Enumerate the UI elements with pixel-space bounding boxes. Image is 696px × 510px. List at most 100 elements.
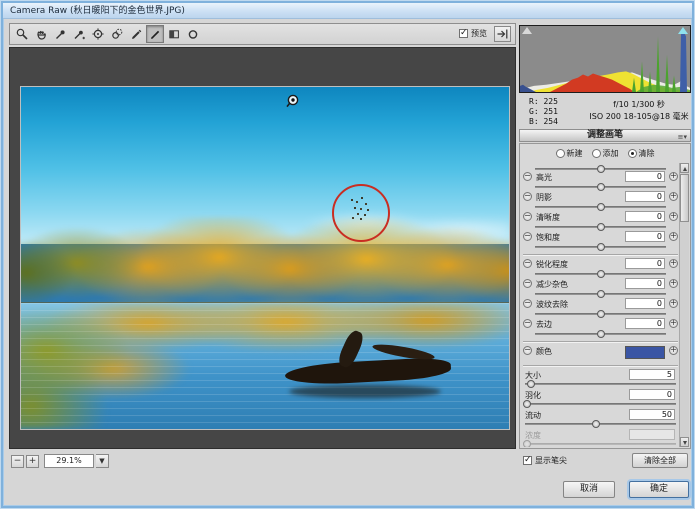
increment-button[interactable]: + (669, 172, 678, 181)
shadow-clipping-warning-icon[interactable] (522, 27, 532, 34)
radio-icon[interactable] (555, 149, 565, 158)
ok-button[interactable]: 确定 (629, 481, 689, 498)
slider-thumb[interactable] (596, 330, 605, 338)
slider-value-input[interactable]: 0 (625, 211, 665, 222)
slider-thumb[interactable] (591, 420, 600, 428)
toolbar: 预览 (9, 23, 516, 45)
slider-track[interactable] (535, 310, 666, 318)
slider-thumb[interactable] (596, 183, 605, 191)
scroll-thumb[interactable] (680, 174, 689, 222)
slider-track[interactable] (535, 290, 666, 298)
highlight-clipping-warning-icon[interactable] (678, 27, 688, 34)
color-swatch[interactable] (625, 346, 665, 359)
slider-value-input[interactable]: 0 (625, 318, 665, 329)
preview-checkbox[interactable] (459, 28, 468, 38)
white-balance-tool[interactable] (51, 25, 69, 43)
slider-thumb[interactable] (596, 203, 605, 211)
slider-value-input[interactable]: 0 (629, 389, 675, 400)
slider-track-partial[interactable] (535, 164, 666, 173)
decrement-button[interactable]: − (523, 212, 532, 221)
slider-thumb[interactable] (596, 310, 605, 318)
slider-thumb[interactable] (596, 270, 605, 278)
brush-mode-1[interactable]: 新建 (555, 148, 583, 159)
preview-toggle[interactable]: 预览 (459, 28, 487, 39)
brush-mode-2[interactable]: 添加 (591, 148, 619, 159)
adjustment-brush-tool[interactable] (146, 25, 164, 43)
show-pins-checkbox[interactable] (523, 455, 532, 465)
clear-all-button[interactable]: 清除全部 (632, 453, 688, 468)
slider-track[interactable] (523, 400, 676, 408)
slider-track[interactable] (535, 203, 666, 211)
decrement-button[interactable]: − (523, 232, 532, 241)
increment-button[interactable]: + (669, 232, 678, 241)
red-eye-removal-tool[interactable] (127, 25, 145, 43)
panel-scrollbar[interactable] (679, 163, 689, 447)
decrement-button[interactable]: − (523, 259, 532, 268)
targeted-adjustment-tool[interactable] (89, 25, 107, 43)
zoom-out-button[interactable]: − (11, 454, 24, 468)
decrement-button[interactable]: − (523, 319, 532, 328)
slider-track[interactable] (525, 380, 676, 388)
slider-value-input[interactable]: 0 (625, 171, 665, 182)
slider-value-input[interactable]: 50 (629, 409, 675, 420)
screenshot-stage: Camera Raw (秋日暖阳下的金色世界.JPG) 预览 (0, 0, 696, 510)
decrement-button[interactable]: − (523, 279, 532, 288)
targeted-adjustment-tool-icon (92, 28, 104, 40)
decrement-button[interactable]: − (523, 192, 532, 201)
slider-track[interactable] (525, 420, 676, 428)
slider-value-input[interactable]: 0 (625, 298, 665, 309)
slider-track[interactable] (523, 440, 676, 447)
slider-value-input[interactable]: 0 (625, 191, 665, 202)
radio-icon[interactable] (591, 149, 601, 158)
decrement-button[interactable]: − (523, 299, 532, 308)
slider-value-input[interactable]: 5 (629, 369, 675, 380)
increment-button[interactable]: + (669, 279, 678, 288)
photo-driftwood-reflection (289, 384, 441, 399)
slider-value-input[interactable]: 0 (625, 231, 665, 242)
panel-header[interactable]: 调整画笔 ≡▾ (519, 129, 691, 142)
slider-thumb[interactable] (527, 380, 536, 388)
slider-track[interactable] (535, 330, 666, 338)
increment-button[interactable]: + (669, 192, 678, 201)
slider-thumb[interactable] (523, 400, 531, 408)
scroll-down-icon[interactable] (680, 437, 689, 447)
slider-thumb[interactable] (596, 243, 605, 251)
statusbar: − + 29.1% ▼ (11, 453, 109, 469)
zoom-level-select[interactable]: 29.1% (44, 454, 94, 468)
slider-value-input[interactable]: 0 (625, 258, 665, 269)
window-titlebar[interactable]: Camera Raw (秋日暖阳下的金色世界.JPG) (3, 3, 692, 19)
spot-removal-tool[interactable] (108, 25, 126, 43)
slider-track[interactable] (535, 223, 666, 231)
slider-thumb[interactable] (596, 290, 605, 298)
scroll-up-icon[interactable] (680, 163, 689, 173)
panel-menu-icon[interactable]: ≡▾ (678, 132, 687, 143)
graduated-filter-tool[interactable] (165, 25, 183, 43)
preferences-tool-icon (188, 30, 198, 39)
zoom-level-dropdown-icon[interactable]: ▼ (96, 454, 109, 468)
slider-track[interactable] (535, 183, 666, 191)
photo-canvas[interactable] (20, 86, 510, 430)
slider-value-input[interactable]: 0 (625, 278, 665, 289)
color-sampler-tool[interactable] (70, 25, 88, 43)
decrement-button[interactable]: − (523, 346, 532, 355)
preferences-tool[interactable] (184, 25, 202, 43)
zoom-in-button[interactable]: + (26, 454, 39, 468)
cancel-button[interactable]: 取消 (563, 481, 615, 498)
increment-button[interactable]: + (669, 212, 678, 221)
slider-thumb[interactable] (523, 440, 531, 447)
hand-tool[interactable] (32, 25, 50, 43)
slider-track[interactable] (535, 270, 666, 278)
increment-button[interactable]: + (669, 319, 678, 328)
slider-thumb[interactable] (596, 223, 605, 231)
show-pins-toggle[interactable]: 显示笔尖 (523, 455, 567, 466)
radio-icon[interactable] (627, 149, 637, 158)
slider-value-input[interactable] (629, 429, 675, 440)
slider-track[interactable] (535, 243, 666, 251)
increment-button[interactable]: + (669, 259, 678, 268)
zoom-tool[interactable] (13, 25, 31, 43)
increment-button[interactable]: + (669, 346, 678, 355)
brush-mode-3[interactable]: 清除 (627, 148, 655, 159)
decrement-button[interactable]: − (523, 172, 532, 181)
toggle-fullscreen-button[interactable] (494, 26, 511, 42)
increment-button[interactable]: + (669, 299, 678, 308)
